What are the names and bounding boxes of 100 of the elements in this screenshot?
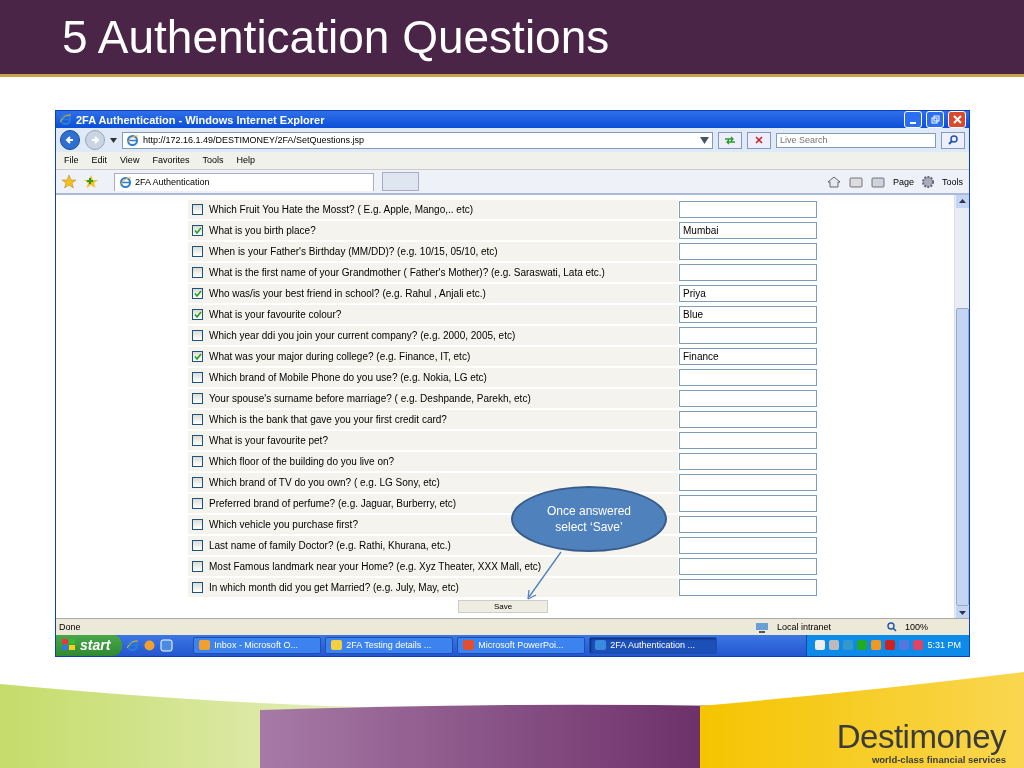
tray-icon[interactable]: [885, 640, 896, 651]
question-text: Preferred brand of perfume? (e.g. Jaguar, Burberry, etc): [209, 498, 457, 510]
app-icon: [331, 640, 343, 651]
question-text: Which floor of the building do you live on?: [209, 456, 395, 468]
answer-field[interactable]: [679, 411, 817, 429]
question-text: What is you birth place?: [209, 225, 316, 237]
answer-field[interactable]: [679, 390, 817, 408]
forward-arrow-icon: [90, 135, 100, 146]
checkbox[interactable]: [192, 246, 203, 258]
checkbox[interactable]: [192, 456, 203, 468]
answer-field[interactable]: Priya: [679, 285, 817, 303]
checkbox[interactable]: [192, 498, 203, 510]
answer-field[interactable]: [679, 201, 817, 219]
scroll-up-icon[interactable]: [955, 195, 969, 209]
restore-button[interactable]: [926, 111, 944, 129]
answer-field[interactable]: Blue: [679, 306, 817, 324]
back-arrow-icon: [65, 135, 75, 146]
close-button[interactable]: [948, 111, 966, 129]
scrollbar-thumb[interactable]: [955, 308, 969, 606]
answer-field[interactable]: [679, 243, 817, 261]
answer-field[interactable]: Mumbai: [679, 222, 817, 240]
quick-launch-icon[interactable]: [143, 639, 157, 652]
tools-menu[interactable]: Tools: [942, 176, 963, 187]
checkbox[interactable]: [192, 435, 203, 447]
checkbox[interactable]: [192, 540, 203, 552]
taskbar-item[interactable]: 2FA Authentication ...: [589, 637, 718, 654]
stop-icon: [755, 136, 763, 145]
question-text: What is your favourite colour?: [209, 309, 342, 321]
page-menu[interactable]: Page: [892, 176, 914, 187]
answer-field[interactable]: [679, 495, 817, 513]
checkmark-icon: [193, 227, 202, 235]
slide-title: 5 Authentication Questions: [62, 10, 610, 64]
windows-flag-icon: [62, 639, 76, 652]
scroll-down-icon[interactable]: [955, 605, 969, 619]
browser-tab[interactable]: 2FA Authentication: [114, 172, 374, 191]
question-text: Which is the bank that gave you your first credit card?: [209, 414, 447, 426]
answer-field[interactable]: [679, 474, 817, 492]
checkbox[interactable]: [192, 309, 203, 321]
zoom-icon[interactable]: [886, 622, 897, 633]
menu-item[interactable]: View: [120, 155, 140, 166]
new-tab-button[interactable]: [382, 172, 419, 192]
checkmark-icon: [193, 311, 202, 319]
search-field[interactable]: Live Search: [776, 132, 936, 148]
minimize-button[interactable]: [904, 111, 922, 129]
menu-item[interactable]: File: [64, 155, 79, 166]
answer-field[interactable]: [679, 558, 817, 576]
dropdown-caret-icon[interactable]: [110, 137, 117, 143]
taskbar-item[interactable]: Inbox - Microsoft O...: [193, 637, 322, 654]
dropdown-caret-icon[interactable]: [700, 136, 709, 144]
answer-field[interactable]: [679, 264, 817, 282]
answer-field[interactable]: [679, 579, 817, 597]
checkbox[interactable]: [192, 204, 203, 216]
taskbar-item[interactable]: 2FA Testing details ...: [325, 637, 454, 654]
home-icon[interactable]: [826, 175, 841, 188]
answer-field[interactable]: [679, 453, 817, 471]
checkbox[interactable]: [192, 372, 203, 384]
menu-item[interactable]: Favorites: [152, 155, 190, 166]
question-text: Your spouse's surname before marriage? ( e.g. Deshpande, Parekh, etc): [209, 393, 531, 405]
checkbox[interactable]: [192, 225, 203, 237]
checkbox[interactable]: [192, 288, 203, 300]
checkbox[interactable]: [192, 330, 203, 342]
tray-icon[interactable]: [815, 640, 826, 651]
star-icon[interactable]: [62, 175, 76, 189]
menu-item[interactable]: Tools: [202, 155, 224, 166]
add-favorite-icon[interactable]: [84, 175, 98, 189]
checkbox[interactable]: [192, 393, 203, 405]
stop-button[interactable]: [747, 131, 771, 149]
checkbox[interactable]: [192, 477, 203, 489]
answer-field[interactable]: [679, 537, 817, 555]
forward-button[interactable]: [85, 130, 105, 151]
start-button[interactable]: start: [56, 635, 123, 656]
answer-field[interactable]: [679, 516, 817, 534]
quick-launch-icon[interactable]: [160, 639, 174, 652]
scrollbar[interactable]: [954, 195, 969, 619]
gear-icon[interactable]: [922, 175, 934, 188]
checkbox[interactable]: [192, 351, 203, 363]
address-field[interactable]: http://172.16.1.49/DESTIMONEY/2FA/SetQuestions.jsp: [122, 131, 713, 149]
menu-item[interactable]: Help: [236, 155, 255, 166]
zone-text: Local intranet: [776, 622, 831, 633]
taskbar-item[interactable]: Microsoft PowerPoi...: [457, 637, 586, 654]
answer-field[interactable]: [679, 327, 817, 345]
tray-icon[interactable]: [829, 640, 840, 651]
checkbox[interactable]: [192, 582, 203, 594]
search-button[interactable]: [941, 131, 965, 149]
close-icon: [952, 115, 962, 125]
checkbox[interactable]: [192, 519, 203, 531]
save-button[interactable]: Save: [458, 600, 548, 614]
logo-wordmark: Destimoney: [836, 720, 1006, 754]
question-text: Which brand of Mobile Phone do you use? (e.g. Nokia, LG etc): [209, 372, 487, 384]
answer-field[interactable]: Finance: [679, 348, 817, 366]
menu-item[interactable]: Edit: [91, 155, 108, 166]
zoom-level[interactable]: 100%: [904, 622, 928, 633]
checkbox[interactable]: [192, 414, 203, 426]
checkbox[interactable]: [192, 267, 203, 279]
answer-field[interactable]: [679, 369, 817, 387]
refresh-button[interactable]: [718, 131, 742, 149]
back-button[interactable]: [60, 130, 80, 151]
answer-field[interactable]: [679, 432, 817, 450]
checkbox[interactable]: [192, 561, 203, 573]
network-icon: [754, 621, 769, 633]
